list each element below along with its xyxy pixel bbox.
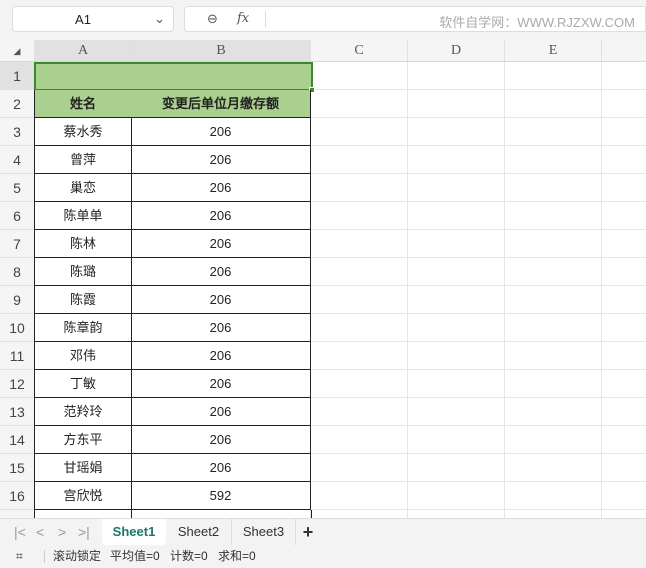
row-header-5[interactable]: 5 bbox=[0, 174, 35, 202]
row-header-4[interactable]: 4 bbox=[0, 146, 35, 174]
name-cell[interactable]: 陈林 bbox=[34, 230, 132, 258]
column-header-E[interactable]: E bbox=[505, 40, 602, 62]
gridline bbox=[407, 62, 408, 518]
amount-cell[interactable]: 206 bbox=[131, 258, 311, 286]
name-cell[interactable]: 方东平 bbox=[34, 426, 132, 454]
row-header-15[interactable]: 15 bbox=[0, 454, 35, 482]
name-cell[interactable]: 蔡水秀 bbox=[34, 118, 132, 146]
amount-cell[interactable]: 206 bbox=[131, 286, 311, 314]
cell-reference: A1 bbox=[75, 12, 91, 27]
amount-cell[interactable]: 206 bbox=[131, 230, 311, 258]
gridline bbox=[504, 62, 505, 518]
status-bar: ⌗ 滚动锁定 平均值=0 计数=0 求和=0 bbox=[0, 545, 646, 568]
name-cell[interactable]: 陈璐 bbox=[34, 258, 132, 286]
count: 计数=0 bbox=[170, 549, 208, 563]
amount-cell[interactable]: 206 bbox=[131, 398, 311, 426]
prev-sheet-icon[interactable]: < bbox=[36, 524, 44, 540]
tab-sheet2[interactable]: Sheet2 bbox=[166, 519, 232, 546]
table-header-cell[interactable]: 变更后单位月缴存额 bbox=[131, 90, 311, 118]
column-header-B[interactable]: B bbox=[132, 40, 311, 62]
spreadsheet-grid[interactable]: ◢ A B C D E 1 2 3 4 5 6 7 8 9 10 11 12 13 14 15 16 姓名 变更后单位月缴存额… bbox=[0, 40, 646, 518]
row-header-10[interactable]: 10 bbox=[0, 314, 35, 342]
amount-cell[interactable]: 592 bbox=[131, 482, 311, 510]
amount-cell[interactable]: 206 bbox=[131, 118, 311, 146]
amount-cell[interactable]: 206 bbox=[131, 314, 311, 342]
add-sheet-button[interactable]: + bbox=[298, 519, 318, 546]
name-box[interactable]: A1 ⌄ bbox=[12, 6, 174, 32]
row-header-11[interactable]: 11 bbox=[0, 342, 35, 370]
amount-cell[interactable]: 206 bbox=[131, 370, 311, 398]
name-cell[interactable]: 陈霞 bbox=[34, 286, 132, 314]
amount-cell[interactable]: 206 bbox=[131, 426, 311, 454]
row-header-16[interactable]: 16 bbox=[0, 482, 35, 510]
row-header-7[interactable]: 7 bbox=[0, 230, 35, 258]
row-header-9[interactable]: 9 bbox=[0, 286, 35, 314]
amount-cell[interactable]: 206 bbox=[131, 342, 311, 370]
name-cell[interactable]: 邓伟 bbox=[34, 342, 132, 370]
name-cell[interactable]: 宫欣悦 bbox=[34, 482, 132, 510]
formula-bar: A1 ⌄ ⊖ fx 软件自学网：WWW.RJZXW.COM bbox=[0, 0, 646, 40]
sheet-tab-bar: |< < > >| Sheet1 Sheet2 Sheet3 + bbox=[0, 518, 646, 546]
chevron-down-icon[interactable]: ⌄ bbox=[154, 11, 165, 27]
row-header-1[interactable]: 1 bbox=[0, 62, 35, 90]
column-header-D[interactable]: D bbox=[408, 40, 505, 62]
name-cell[interactable]: 陈章韵 bbox=[34, 314, 132, 342]
column-header[interactable] bbox=[602, 40, 646, 62]
row-header-12[interactable]: 12 bbox=[0, 370, 35, 398]
amount-cell[interactable]: 206 bbox=[131, 202, 311, 230]
row-header-6[interactable]: 6 bbox=[0, 202, 35, 230]
amount-cell[interactable]: 206 bbox=[131, 174, 311, 202]
zoom-icon[interactable]: ⊖ bbox=[207, 11, 218, 27]
amount-cell[interactable]: 206 bbox=[131, 454, 311, 482]
function-icon[interactable]: fx bbox=[237, 11, 249, 26]
amount-cell[interactable]: 206 bbox=[131, 146, 311, 174]
formula-input[interactable]: ⊖ fx 软件自学网：WWW.RJZXW.COM bbox=[184, 6, 646, 32]
row-header-13[interactable]: 13 bbox=[0, 398, 35, 426]
name-cell[interactable]: 巢恋 bbox=[34, 174, 132, 202]
name-cell[interactable]: 曾萍 bbox=[34, 146, 132, 174]
table-cell[interactable] bbox=[34, 510, 132, 518]
row-header-3[interactable]: 3 bbox=[0, 118, 35, 146]
select-all-corner[interactable]: ◢ bbox=[0, 40, 35, 62]
watermark: 软件自学网：WWW.RJZXW.COM bbox=[439, 15, 635, 30]
divider bbox=[44, 550, 45, 563]
name-cell[interactable]: 甘瑶娟 bbox=[34, 454, 132, 482]
column-header-A[interactable]: A bbox=[35, 40, 132, 62]
table-cell[interactable] bbox=[131, 510, 312, 518]
name-cell[interactable]: 陈单单 bbox=[34, 202, 132, 230]
sum: 求和=0 bbox=[218, 549, 256, 563]
row-header-14[interactable]: 14 bbox=[0, 426, 35, 454]
scroll-lock[interactable]: 滚动锁定 bbox=[53, 545, 101, 568]
average: 平均值=0 bbox=[110, 549, 160, 563]
next-sheet-icon[interactable]: > bbox=[58, 524, 66, 540]
row-header-2[interactable]: 2 bbox=[0, 90, 35, 118]
macro-icon[interactable]: ⌗ bbox=[16, 545, 23, 568]
row-header[interactable] bbox=[0, 510, 35, 518]
first-sheet-icon[interactable]: |< bbox=[14, 524, 26, 540]
last-sheet-icon[interactable]: >| bbox=[78, 524, 90, 540]
gridline bbox=[601, 62, 602, 518]
row-header-8[interactable]: 8 bbox=[0, 258, 35, 286]
tab-sheet1[interactable]: Sheet1 bbox=[102, 519, 166, 546]
name-cell[interactable]: 丁敏 bbox=[34, 370, 132, 398]
column-header-C[interactable]: C bbox=[311, 40, 408, 62]
selected-cell-a1[interactable] bbox=[34, 62, 313, 91]
tab-sheet3[interactable]: Sheet3 bbox=[232, 519, 296, 546]
divider bbox=[265, 11, 266, 27]
name-cell[interactable]: 范羚玲 bbox=[34, 398, 132, 426]
table-header-cell[interactable]: 姓名 bbox=[34, 90, 132, 118]
